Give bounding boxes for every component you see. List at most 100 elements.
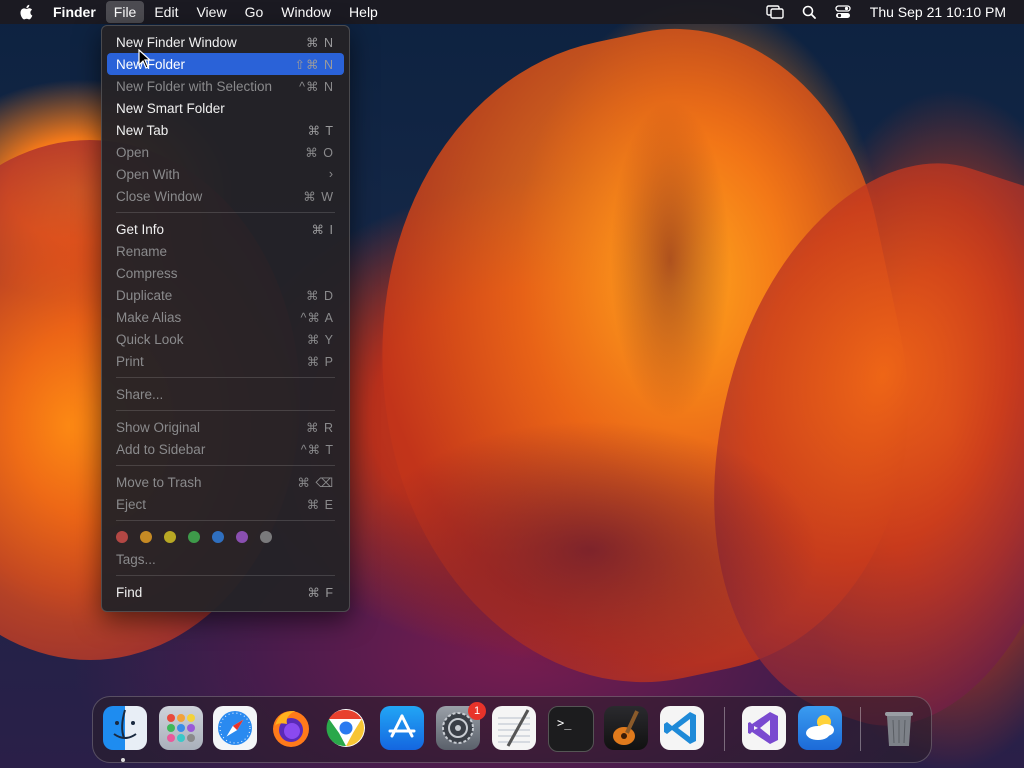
svg-text:>_: >_ (557, 716, 572, 730)
menu-item-shortcut: ⌘ N (306, 35, 334, 50)
menu-separator (116, 575, 335, 576)
spotlight-search-icon[interactable] (798, 1, 820, 23)
menu-go[interactable]: Go (237, 1, 272, 23)
menu-item-shortcut: ⌘ P (306, 354, 334, 369)
menu-file[interactable]: File (105, 1, 145, 23)
menu-item-label: Close Window (116, 188, 203, 204)
menu-item-label: Duplicate (116, 287, 173, 303)
menu-item-shortcut: ⌘ Y (306, 332, 334, 347)
menu-item-shortcut: ⌘ ⌫ (297, 475, 334, 490)
app-store-icon[interactable] (380, 706, 424, 750)
menu-item-label: Open (116, 144, 150, 160)
menu-item-label: Eject (116, 496, 147, 512)
finder-icon[interactable] (103, 706, 147, 750)
menu-item-label: Add to Sidebar (116, 441, 206, 457)
tag-green-button[interactable] (188, 531, 200, 543)
menu-window[interactable]: Window (273, 1, 339, 23)
menu-item-eject[interactable]: Eject ⌘ E (107, 493, 344, 515)
menu-item-new-tab[interactable]: New Tab ⌘ T (107, 119, 344, 141)
tag-yellow-button[interactable] (164, 531, 176, 543)
tag-red-button[interactable] (116, 531, 128, 543)
menu-item-tags[interactable]: Tags... (107, 548, 344, 570)
menu-item-label: Quick Look (116, 331, 184, 347)
menu-item-label: New Finder Window (116, 34, 237, 50)
menu-edit[interactable]: Edit (146, 1, 186, 23)
menu-item-shortcut: ⌘ D (306, 288, 334, 303)
screen-mirroring-icon[interactable] (764, 1, 786, 23)
tag-blue-button[interactable] (212, 531, 224, 543)
menu-item-get-info[interactable]: Get Info ⌘ I (107, 218, 344, 240)
menu-item-make-alias[interactable]: Make Alias ^⌘ A (107, 306, 344, 328)
weather-icon[interactable] (798, 706, 842, 750)
tag-purple-button[interactable] (236, 531, 248, 543)
menu-item-shortcut: ⌘ R (306, 420, 334, 435)
trash-icon[interactable] (877, 706, 921, 750)
menu-item-label: Show Original (116, 419, 201, 435)
menu-separator (116, 212, 335, 213)
menu-item-label: Get Info (116, 221, 165, 237)
menu-separator (116, 520, 335, 521)
menu-item-shortcut: ⇧⌘ N (294, 57, 334, 72)
menu-item-find[interactable]: Find ⌘ F (107, 581, 344, 603)
file-menu-dropdown: New Finder Window ⌘ N New Folder ⇧⌘ N New … (101, 25, 350, 612)
terminal-icon[interactable]: >_ (548, 706, 594, 752)
menu-item-label: Make Alias (116, 309, 182, 325)
menu-item-label: Share... (116, 386, 164, 402)
menu-bar: Finder File Edit View Go Window Help Thu… (0, 0, 1024, 24)
menu-item-share[interactable]: Share... (107, 383, 344, 405)
tag-color-row (107, 526, 344, 548)
menu-item-shortcut: ⌘ F (307, 585, 334, 600)
menu-view[interactable]: View (188, 1, 234, 23)
menu-item-label: Find (116, 584, 143, 600)
menu-separator (116, 465, 335, 466)
chrome-icon[interactable] (324, 706, 368, 750)
menu-item-add-to-sidebar[interactable]: Add to Sidebar ^⌘ T (107, 438, 344, 460)
menu-item-move-to-trash[interactable]: Move to Trash ⌘ ⌫ (107, 471, 344, 493)
visual-studio-icon[interactable] (742, 706, 786, 750)
menu-app-name[interactable]: Finder (45, 1, 104, 23)
running-indicator (121, 758, 125, 762)
menu-item-compress[interactable]: Compress (107, 262, 344, 284)
menu-separator (116, 410, 335, 411)
control-center-icon[interactable] (832, 1, 854, 23)
menu-item-quick-look[interactable]: Quick Look ⌘ Y (107, 328, 344, 350)
firefox-icon[interactable] (269, 706, 313, 750)
menu-item-shortcut: ⌘ O (305, 145, 334, 160)
menu-item-shortcut: ^⌘ N (299, 79, 334, 94)
vscode-icon[interactable] (660, 706, 704, 750)
submenu-chevron-icon: › (328, 167, 334, 181)
tag-gray-button[interactable] (260, 531, 272, 543)
menu-item-print[interactable]: Print ⌘ P (107, 350, 344, 372)
notification-badge: 1 (468, 702, 486, 720)
textedit-icon[interactable] (492, 706, 536, 750)
garageband-icon[interactable] (604, 706, 648, 750)
menu-item-label: New Smart Folder (116, 100, 225, 116)
menu-item-label: Move to Trash (116, 474, 202, 490)
menu-item-duplicate[interactable]: Duplicate ⌘ D (107, 284, 344, 306)
menu-item-label: Tags... (116, 551, 156, 567)
tag-orange-button[interactable] (140, 531, 152, 543)
menu-item-shortcut: ⌘ W (303, 189, 334, 204)
menu-item-label: New Tab (116, 122, 169, 138)
menu-item-open-with[interactable]: Open With › (107, 163, 344, 185)
menu-separator (116, 377, 335, 378)
menu-item-show-original[interactable]: Show Original ⌘ R (107, 416, 344, 438)
launchpad-icon[interactable] (159, 706, 203, 750)
menu-item-shortcut: ^⌘ T (300, 442, 334, 457)
menu-item-label: Open With (116, 166, 180, 182)
menu-item-rename[interactable]: Rename (107, 240, 344, 262)
menu-item-new-smart-folder[interactable]: New Smart Folder (107, 97, 344, 119)
safari-icon[interactable] (213, 706, 257, 750)
menu-item-shortcut: ^⌘ A (300, 310, 334, 325)
menu-item-label: Rename (116, 243, 168, 259)
menu-item-open[interactable]: Open ⌘ O (107, 141, 344, 163)
menu-item-close-window[interactable]: Close Window ⌘ W (107, 185, 344, 207)
apple-menu-icon[interactable] (17, 0, 35, 24)
menu-help[interactable]: Help (341, 1, 386, 23)
dock-separator (860, 707, 861, 751)
menubar-clock[interactable]: Thu Sep 21 10:10 PM (870, 4, 1006, 20)
menu-item-label: Print (116, 353, 144, 369)
menu-item-label: New Folder with Selection (116, 78, 273, 94)
menu-item-new-folder-with-selection[interactable]: New Folder with Selection ^⌘ N (107, 75, 344, 97)
menu-item-shortcut: ⌘ T (307, 123, 334, 138)
